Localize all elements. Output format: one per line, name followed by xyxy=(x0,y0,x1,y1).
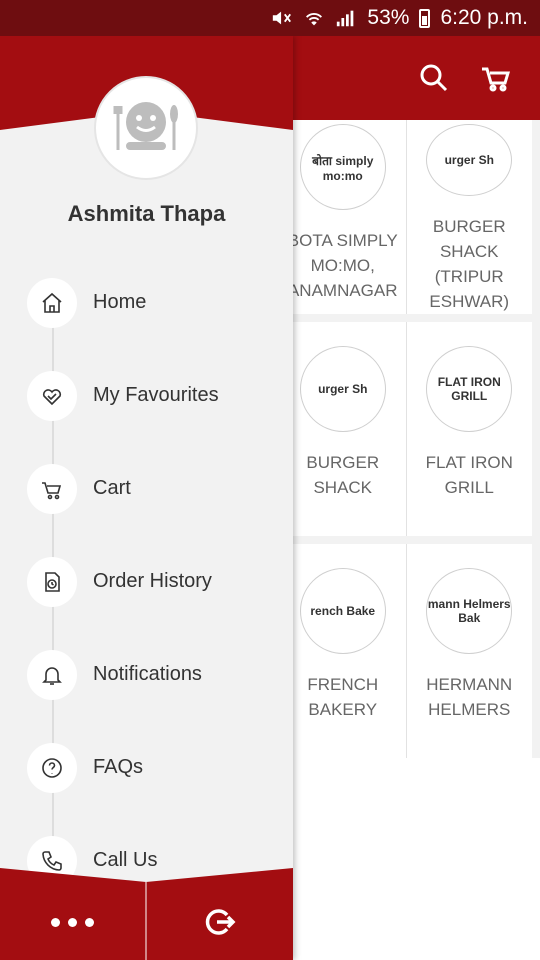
menu-item-label: Notifications xyxy=(93,663,202,685)
search-icon[interactable] xyxy=(414,58,454,98)
heart-icon xyxy=(27,370,77,421)
menu-item-label: Home xyxy=(93,291,147,313)
restaurant-row: urger Sh BURGER SHACK FLAT IRON GRILL FL… xyxy=(280,322,532,536)
menu-item-cart[interactable]: Cart xyxy=(0,442,293,535)
logout-icon xyxy=(205,909,235,935)
restaurant-logo: urger Sh xyxy=(299,346,386,432)
restaurant-name: BURGER SHACK (TRIPUR ESHWAR) xyxy=(429,217,510,311)
restaurant-grid: बोता simply mo:mo BOTA SIMPLY MO:MO, ANA… xyxy=(280,120,540,766)
restaurant-card[interactable]: rench Bake FRENCH BAKERY xyxy=(280,544,406,758)
cart-icon[interactable] xyxy=(476,58,516,98)
home-icon xyxy=(27,277,77,328)
order-history-icon xyxy=(27,556,77,607)
menu-item-favourites[interactable]: My Favourites xyxy=(0,349,293,442)
more-button[interactable] xyxy=(0,884,145,960)
logout-button[interactable] xyxy=(146,884,293,960)
restaurant-name: BURGER SHACK xyxy=(306,453,380,497)
drawer-menu: Home My Favourites Cart Order History No… xyxy=(0,256,293,907)
signal-icon xyxy=(335,8,357,28)
menu-item-label: Order History xyxy=(93,570,212,592)
cart-icon xyxy=(27,463,77,514)
avatar-icon xyxy=(113,102,178,150)
user-name: Ashmita Thapa xyxy=(67,201,226,226)
menu-item-label: FAQs xyxy=(93,756,144,778)
restaurant-row: rench Bake FRENCH BAKERY mann Helmers Ba… xyxy=(280,544,532,758)
restaurant-logo: rench Bake xyxy=(299,568,386,654)
menu-item-home[interactable]: Home xyxy=(0,256,293,349)
restaurant-card[interactable]: FLAT IRON GRILL FLAT IRON GRILL xyxy=(405,322,533,536)
restaurant-card[interactable]: urger Sh BURGER SHACK xyxy=(280,322,406,536)
nav-drawer: Ashmita Thapa Home My Favourites Cart Or… xyxy=(0,36,293,960)
battery-icon xyxy=(419,8,431,28)
bell-icon xyxy=(27,649,77,700)
restaurant-name: HERMANN HELMERS xyxy=(426,675,513,719)
menu-item-label: My Favourites xyxy=(93,384,219,406)
restaurant-card[interactable]: बोता simply mo:mo BOTA SIMPLY MO:MO, ANA… xyxy=(280,120,406,314)
restaurant-logo: बोता simply mo:mo xyxy=(299,124,386,210)
restaurant-card[interactable]: urger Sh BURGER SHACK (TRIPUR ESHWAR) xyxy=(405,120,533,314)
wifi-icon xyxy=(303,8,325,28)
clock: 6:20 p.m. xyxy=(440,6,528,29)
restaurant-name: FLAT IRON GRILL xyxy=(425,453,513,497)
content-area-empty xyxy=(280,758,540,960)
restaurant-name: FRENCH BAKERY xyxy=(307,675,379,719)
status-bar: 53% 6:20 p.m. xyxy=(0,0,540,36)
avatar[interactable] xyxy=(94,76,198,180)
restaurant-name: BOTA SIMPLY MO:MO, ANAMNAGAR xyxy=(287,231,398,300)
menu-item-notifications[interactable]: Notifications xyxy=(0,628,293,721)
menu-item-faqs[interactable]: FAQs xyxy=(0,721,293,814)
mute-icon xyxy=(271,8,293,28)
restaurant-row: बोता simply mo:mo BOTA SIMPLY MO:MO, ANA… xyxy=(280,120,532,314)
restaurant-logo: urger Sh xyxy=(426,124,513,196)
restaurant-logo: mann Helmers Bak xyxy=(426,568,513,654)
menu-item-order-history[interactable]: Order History xyxy=(0,535,293,628)
menu-item-label: Cart xyxy=(93,477,131,499)
battery-percent: 53% xyxy=(367,6,410,29)
restaurant-card[interactable]: mann Helmers Bak HERMANN HELMERS xyxy=(405,544,533,758)
restaurant-logo: FLAT IRON GRILL xyxy=(426,346,513,432)
question-icon xyxy=(27,742,77,793)
more-icon xyxy=(51,917,94,927)
